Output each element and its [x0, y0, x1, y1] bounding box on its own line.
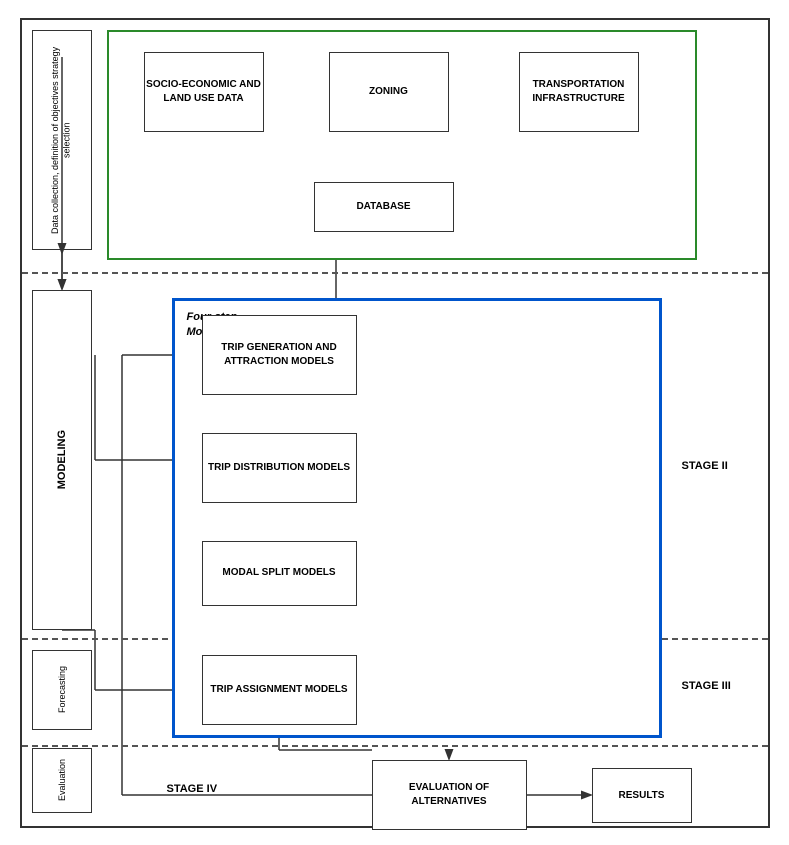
- dashed-line-3: [22, 745, 768, 747]
- trip-generation-box: TRIP GENERATION AND ATTRACTION MODELS: [202, 315, 357, 395]
- datacollection-label: Data collection, definition of objective…: [50, 31, 73, 249]
- stage2-label: STAGE II: [682, 460, 728, 472]
- forecasting-label: Forecasting: [57, 666, 67, 713]
- forecasting-region: Forecasting: [32, 650, 92, 730]
- stage4-label: STAGE IV: [167, 783, 218, 795]
- evaluation-region: Evaluation: [32, 748, 92, 813]
- transport-box: TRANSPORTATION INFRASTRUCTURE: [519, 52, 639, 132]
- modeling-region: MODELING: [32, 290, 92, 630]
- main-diagram: Data collection, definition of objective…: [20, 18, 770, 828]
- stage3-label: STAGE III: [682, 680, 731, 692]
- green-section: SOCIO-ECONOMIC AND LAND USE DATA ZONING …: [107, 30, 697, 260]
- trip-assignment-box: TRIP ASSIGNMENT MODELS: [202, 655, 357, 725]
- trip-distribution-box: TRIP DISTRIBUTION MODELS: [202, 433, 357, 503]
- datacollection-region: Data collection, definition of objective…: [32, 30, 92, 250]
- dashed-line-1: [22, 272, 768, 274]
- evaluation-label: Evaluation: [57, 759, 67, 801]
- modal-split-box: MODAL SPLIT MODELS: [202, 541, 357, 606]
- results-box: RESULTS: [592, 768, 692, 823]
- database-box: DATABASE: [314, 182, 454, 232]
- evaluation-alternatives-box: EVALUATION OF ALTERNATIVES: [372, 760, 527, 830]
- modeling-label: MODELING: [56, 430, 68, 489]
- socioeconomic-box: SOCIO-ECONOMIC AND LAND USE DATA: [144, 52, 264, 132]
- zoning-box: ZONING: [329, 52, 449, 132]
